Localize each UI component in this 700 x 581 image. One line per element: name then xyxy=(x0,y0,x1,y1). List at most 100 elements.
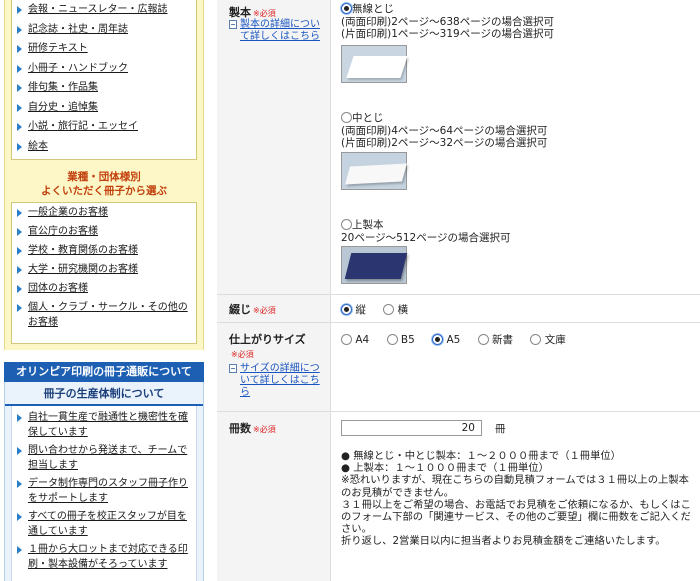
quantity-label-text: 冊数 xyxy=(229,422,251,435)
category-link[interactable]: 絵本 xyxy=(28,141,48,152)
hardcover-image xyxy=(341,246,407,284)
product-category-list: 会報・ニュースレター・広報誌 記念誌・社史・周年誌 研修テキスト 小冊子・ハンド… xyxy=(11,0,197,160)
arrow-bullet-icon xyxy=(17,447,22,455)
option-name: 横 xyxy=(397,304,409,316)
option-name: A5 xyxy=(446,334,461,346)
industry-link[interactable]: 官公庁のお客様 xyxy=(28,226,98,237)
production-link[interactable]: 自社一貫生産で融通性と機密性を確保しています xyxy=(28,412,188,438)
list-item[interactable]: 自社一貫生産で融通性と機密性を確保しています xyxy=(16,410,196,440)
orientation-radio-group: 縦 横 xyxy=(341,302,422,317)
list-item[interactable]: １冊から大ロットまで対応できる印刷・製本設備がそろっています xyxy=(16,542,196,572)
category-link[interactable]: 記念誌・社史・周年誌 xyxy=(28,24,128,35)
radio-saddle-stitch[interactable] xyxy=(341,112,352,123)
size-option-a4[interactable]: A4 xyxy=(341,334,369,346)
finish-size-label-text: 仕上がりサイズ xyxy=(229,333,306,346)
production-link[interactable]: 問い合わせから発送まで、チームで担当します xyxy=(28,445,187,471)
product-category-panel: 会報・ニュースレター・広報誌 記念誌・社史・周年誌 研修テキスト 小冊子・ハンド… xyxy=(4,0,204,167)
size-option-a5[interactable]: A5 xyxy=(432,334,460,346)
radio-vertical[interactable] xyxy=(341,304,352,315)
radio-b5[interactable] xyxy=(386,334,398,345)
production-link[interactable]: データ制作専門のスタッフ冊子作りをサポートします xyxy=(28,478,188,504)
arrow-bullet-icon xyxy=(17,247,22,255)
list-item[interactable]: 官公庁のお客様 xyxy=(16,224,196,239)
category-link[interactable]: 会報・ニュースレター・広報誌 xyxy=(28,4,168,15)
option-name: 無線とじ xyxy=(352,3,394,15)
list-item[interactable]: 一般企業のお客様 xyxy=(16,205,196,220)
industry-link[interactable]: 団体のお客様 xyxy=(28,283,88,294)
size-option-b5[interactable]: B5 xyxy=(386,334,415,346)
orientation-label-cell: 綴じ ※必須 xyxy=(217,295,331,322)
size-option-bunko[interactable]: 文庫 xyxy=(530,332,566,347)
binding-detail-link[interactable]: 製本の詳細について詳しくはこちら xyxy=(229,19,329,43)
list-item[interactable]: 絵本 xyxy=(16,139,196,154)
option-line2: (片面印刷)1ページ〜319ページの場合選択可 xyxy=(341,28,554,40)
option-line2: (片面印刷)2ページ〜32ページの場合選択可 xyxy=(341,137,548,149)
radio-a4[interactable] xyxy=(341,334,352,345)
list-item[interactable]: データ制作専門のスタッフ冊子作りをサポートします xyxy=(16,476,196,506)
option-name: 新書 xyxy=(492,334,514,346)
radio-perfect-binding[interactable] xyxy=(341,3,352,14)
document-icon xyxy=(229,364,237,373)
list-item[interactable]: すべての冊子を校正スタッフが目を通しています xyxy=(16,509,196,539)
industry-panel: 業種・団体様別 よくいただく冊子から選ぶ 一般企業のお客様 官公庁のお客様 学校… xyxy=(4,167,204,350)
arrow-bullet-icon xyxy=(17,45,22,53)
list-item[interactable]: 個人・クラブ・サークル・その他のお客様 xyxy=(16,300,196,330)
arrow-bullet-icon xyxy=(17,513,22,521)
document-icon xyxy=(229,20,237,29)
orientation-option-vertical[interactable]: 縦 xyxy=(341,302,366,317)
category-link[interactable]: 小説・旅行記・エッセイ xyxy=(28,121,138,132)
production-list: 自社一貫生産で融通性と機密性を確保しています 問い合わせから発送まで、チームで担… xyxy=(11,406,197,581)
list-item[interactable]: 研修テキスト xyxy=(16,41,196,56)
industry-link[interactable]: 個人・クラブ・サークル・その他のお客様 xyxy=(28,302,188,328)
finish-size-label-cell: 仕上がりサイズ ※必須 サイズの詳細について詳しくはこちら xyxy=(217,323,331,411)
category-link[interactable]: 小冊子・ハンドブック xyxy=(28,63,128,74)
production-link[interactable]: １冊から大ロットまで対応できる印刷・製本設備がそろっています xyxy=(28,544,188,570)
radio-a5[interactable] xyxy=(432,334,444,345)
list-item[interactable]: 俳句集・作品集 xyxy=(16,80,196,95)
order-form: 製本 ※必須 製本の詳細について詳しくはこちら 無線とじ (両面印刷)2ページ〜6… xyxy=(217,0,700,581)
industry-link[interactable]: 学校・教育関係のお客様 xyxy=(28,245,138,256)
orientation-label: 綴じ ※必須 xyxy=(229,301,276,317)
binding-option-hardcover[interactable]: 上製本 20ページ〜512ページの場合選択可 xyxy=(341,219,510,244)
arrow-bullet-icon xyxy=(17,142,22,151)
required-mark: ※必須 xyxy=(253,9,276,18)
orientation-label-text: 綴じ xyxy=(229,303,251,316)
list-item[interactable]: 大学・研究機関のお客様 xyxy=(16,262,196,277)
sidebar: 会報・ニュースレター・広報誌 記念誌・社史・周年誌 研修テキスト 小冊子・ハンド… xyxy=(0,0,208,581)
radio-bunko[interactable] xyxy=(530,334,542,345)
list-item[interactable]: 団体のお客様 xyxy=(16,281,196,296)
industry-link[interactable]: 大学・研究機関のお客様 xyxy=(28,264,138,275)
size-option-shinsho[interactable]: 新書 xyxy=(477,332,514,347)
industry-link[interactable]: 一般企業のお客様 xyxy=(28,207,108,218)
quantity-input[interactable] xyxy=(341,420,482,436)
radio-hardcover[interactable] xyxy=(341,219,352,230)
list-item[interactable]: 小説・旅行記・エッセイ xyxy=(16,119,196,134)
category-link[interactable]: 研修テキスト xyxy=(28,43,88,54)
list-item[interactable]: 学校・教育関係のお客様 xyxy=(16,243,196,258)
category-link[interactable]: 自分史・追悼集 xyxy=(28,102,98,113)
binding-option-perfect[interactable]: 無線とじ (両面印刷)2ページ〜638ページの場合選択可 (片面印刷)1ページ〜… xyxy=(341,3,554,41)
list-item[interactable]: 小冊子・ハンドブック xyxy=(16,61,196,76)
list-item[interactable]: 記念誌・社史・周年誌 xyxy=(16,22,196,37)
quantity-note: 折り返し、2営業日以内に担当者よりお見積金額をご連絡いたします。 xyxy=(341,535,666,548)
category-link[interactable]: 俳句集・作品集 xyxy=(28,82,98,93)
binding-option-saddle[interactable]: 中とじ (両面印刷)4ページ〜64ページの場合選択可 (片面印刷)2ページ〜32… xyxy=(341,112,547,150)
list-item[interactable]: 自分史・追悼集 xyxy=(16,100,196,115)
list-item[interactable]: 会報・ニュースレター・広報誌 xyxy=(16,2,196,17)
orientation-option-horizontal[interactable]: 横 xyxy=(383,302,408,317)
binding-detail-link-text: 製本の詳細について詳しくはこちら xyxy=(240,19,320,42)
radio-horizontal[interactable] xyxy=(383,304,395,315)
finish-size-options: A4 B5 A5 新書 文庫 xyxy=(331,323,700,411)
arrow-bullet-icon xyxy=(17,285,22,293)
size-detail-link[interactable]: サイズの詳細について詳しくはこちら xyxy=(229,363,329,399)
arrow-bullet-icon xyxy=(17,123,22,131)
orientation-options: 縦 横 xyxy=(331,295,700,322)
arrow-bullet-icon xyxy=(17,480,22,488)
quantity-note: ● 無線とじ・中とじ製本：１〜２０００冊まで（１冊単位） xyxy=(341,450,621,462)
saddle-stitch-image xyxy=(341,152,407,190)
size-radio-group: A4 B5 A5 新書 文庫 xyxy=(341,332,580,347)
production-link[interactable]: すべての冊子を校正スタッフが目を通しています xyxy=(28,511,187,537)
radio-shinsho[interactable] xyxy=(477,334,489,345)
option-name: 文庫 xyxy=(544,334,566,346)
list-item[interactable]: 問い合わせから発送まで、チームで担当します xyxy=(16,443,196,473)
